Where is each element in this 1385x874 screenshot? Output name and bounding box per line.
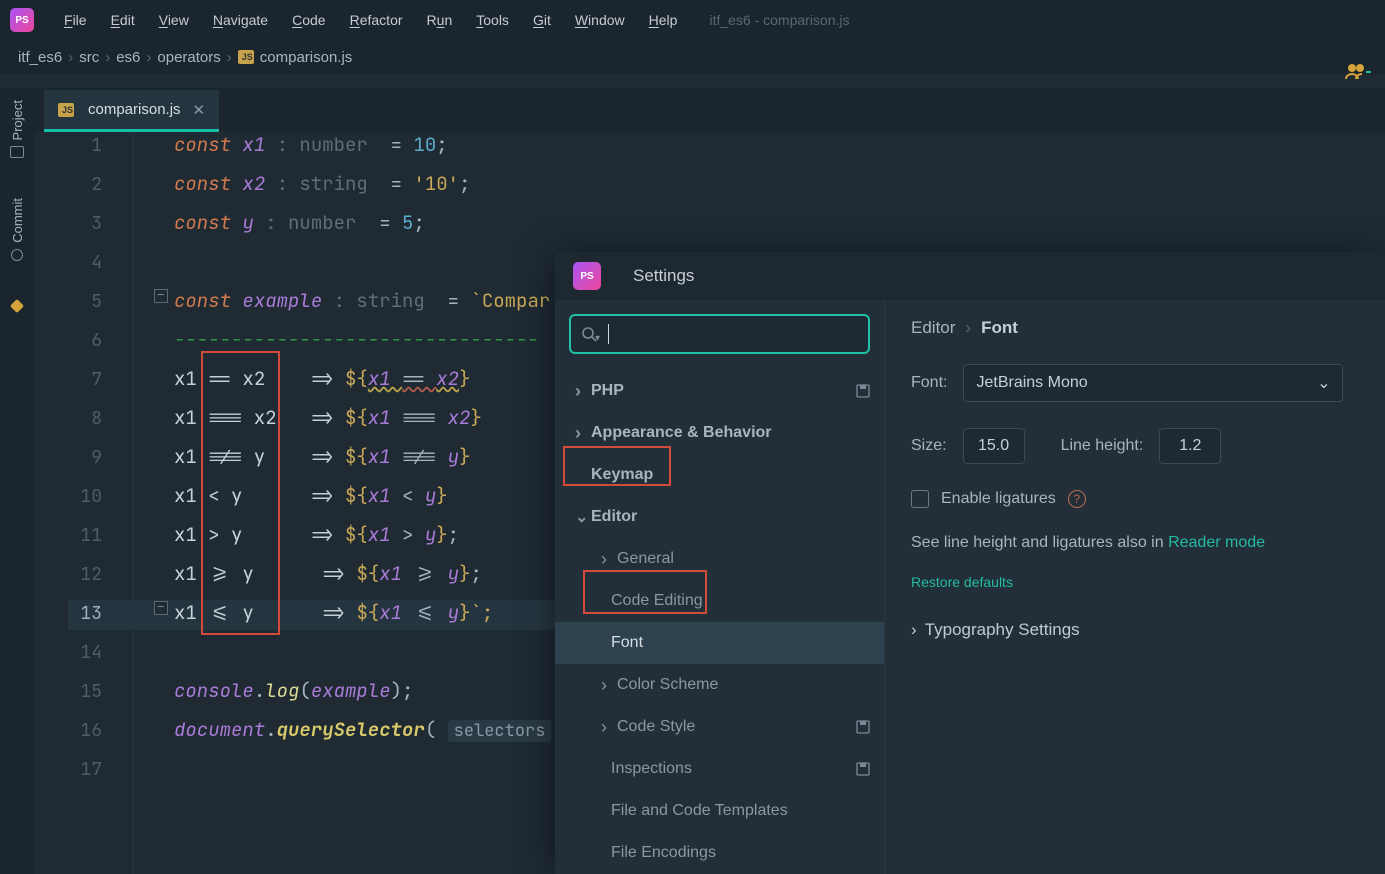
line-number: 1 [34,134,102,157]
bc-3[interactable]: operators [157,49,220,66]
app-icon: PS [573,262,601,290]
settings-tree: PHP Appearance & Behavior Keymap Editor … [555,366,884,874]
settings-title: Settings [633,266,694,286]
ligatures-checkbox[interactable] [911,490,929,508]
search-caret [608,324,609,344]
line-height-input[interactable]: 1.2 [1159,428,1221,464]
line-number: 11 [34,524,102,547]
font-label: Font: [911,374,947,392]
js-file-icon: JS [238,50,254,64]
close-icon[interactable]: ✕ [193,101,206,119]
app-icon: PS [10,8,34,32]
reader-mode-link[interactable]: Reader mode [1168,534,1265,551]
chevron-right-icon: › [911,620,917,640]
line-height-label: Line height: [1061,437,1144,455]
tab-comparison[interactable]: JS comparison.js ✕ [44,90,219,132]
size-input[interactable]: 15.0 [963,428,1025,464]
editor-tabs: JS comparison.js ✕ [34,88,1385,132]
menu-tools[interactable]: Tools [464,8,521,32]
fold-icon[interactable] [154,601,168,615]
menu-edit[interactable]: Edit [99,8,147,32]
bc-2[interactable]: es6 [116,49,140,66]
annotation-box-font [583,570,707,614]
line-number: 8 [34,407,102,430]
project-icon[interactable] [10,146,24,158]
ligatures-label: Enable ligatures [941,490,1056,508]
annotation-box-editor [563,446,671,486]
line-number: 2 [34,173,102,196]
window-title: itf_es6 - comparison.js [709,12,849,28]
tree-color-scheme[interactable]: Color Scheme [555,664,884,706]
bc-4[interactable]: comparison.js [260,49,353,66]
chevron-down-icon: ⌄ [1317,373,1330,393]
breadcrumb: itf_es6› src› es6› operators› JS compari… [0,40,1385,74]
tree-font[interactable]: Font [555,622,884,664]
left-tool-strip: Project Commit [0,88,34,874]
line-number: 12 [34,563,102,586]
tab-label: comparison.js [88,101,181,118]
line-number: 10 [34,485,102,508]
settings-sidebar: ▾ PHP Appearance & Behavior Keymap Edito… [555,300,885,874]
save-icon [856,384,870,398]
tree-editor[interactable]: Editor [555,496,884,538]
line-number: 15 [34,680,102,703]
tree-php[interactable]: PHP [555,370,884,412]
annotation-box-operators [201,351,280,635]
code-with-me-icon[interactable] [1345,62,1371,83]
line-number: 3 [34,212,102,235]
menu-view[interactable]: View [147,8,201,32]
line-number: 4 [34,251,102,274]
menu-navigate[interactable]: Navigate [201,8,280,32]
line-number: 16 [34,719,102,742]
fold-icon[interactable] [154,289,168,303]
menu-help[interactable]: Help [637,8,690,32]
bc-0[interactable]: itf_es6 [18,49,62,66]
tree-file-templates[interactable]: File and Code Templates [555,790,884,832]
help-icon[interactable]: ? [1068,490,1086,508]
size-label: Size: [911,437,947,455]
line-number: 9 [34,446,102,469]
save-icon [856,762,870,776]
settings-dialog: PS Settings ▾ PHP Appearance & Behavior … [555,252,1385,874]
tool-commit[interactable]: Commit [10,198,25,243]
tree-inspections[interactable]: Inspections [555,748,884,790]
js-file-icon: JS [58,103,74,117]
diamond-icon[interactable] [10,299,24,313]
line-number: 13 [34,602,102,625]
commit-icon[interactable] [11,249,23,261]
tree-file-encodings[interactable]: File Encodings [555,832,884,874]
tree-code-style[interactable]: Code Style [555,706,884,748]
line-number: 5 [34,290,102,313]
settings-content: Editor›Font Font: JetBrains Mono ⌄ Size:… [885,300,1385,874]
line-number: 17 [34,758,102,781]
top-menu-bar: PS File Edit View Navigate Code Refactor… [0,0,1385,40]
restore-defaults-link[interactable]: Restore defaults [911,574,1013,590]
menu-file[interactable]: File [52,8,99,32]
bc-1[interactable]: src [79,49,99,66]
font-select[interactable]: JetBrains Mono ⌄ [963,364,1343,402]
line-number: 7 [34,368,102,391]
gutter: 1234567891011121314151617 [34,132,134,874]
menu-code[interactable]: Code [280,8,337,32]
settings-titlebar: PS Settings [555,252,1385,300]
tool-project[interactable]: Project [10,100,25,140]
line-number: 6 [34,329,102,352]
settings-search[interactable]: ▾ [569,314,870,354]
menu-refactor[interactable]: Refactor [338,8,415,32]
line-number: 14 [34,641,102,664]
menu-window[interactable]: Window [563,8,637,32]
menu-run[interactable]: Run [415,8,465,32]
typography-settings[interactable]: › Typography Settings [911,620,1359,640]
reader-mode-hint: See line height and ligatures also in Re… [911,534,1359,552]
menu-git[interactable]: Git [521,8,563,32]
save-icon [856,720,870,734]
settings-breadcrumb: Editor›Font [911,318,1359,338]
